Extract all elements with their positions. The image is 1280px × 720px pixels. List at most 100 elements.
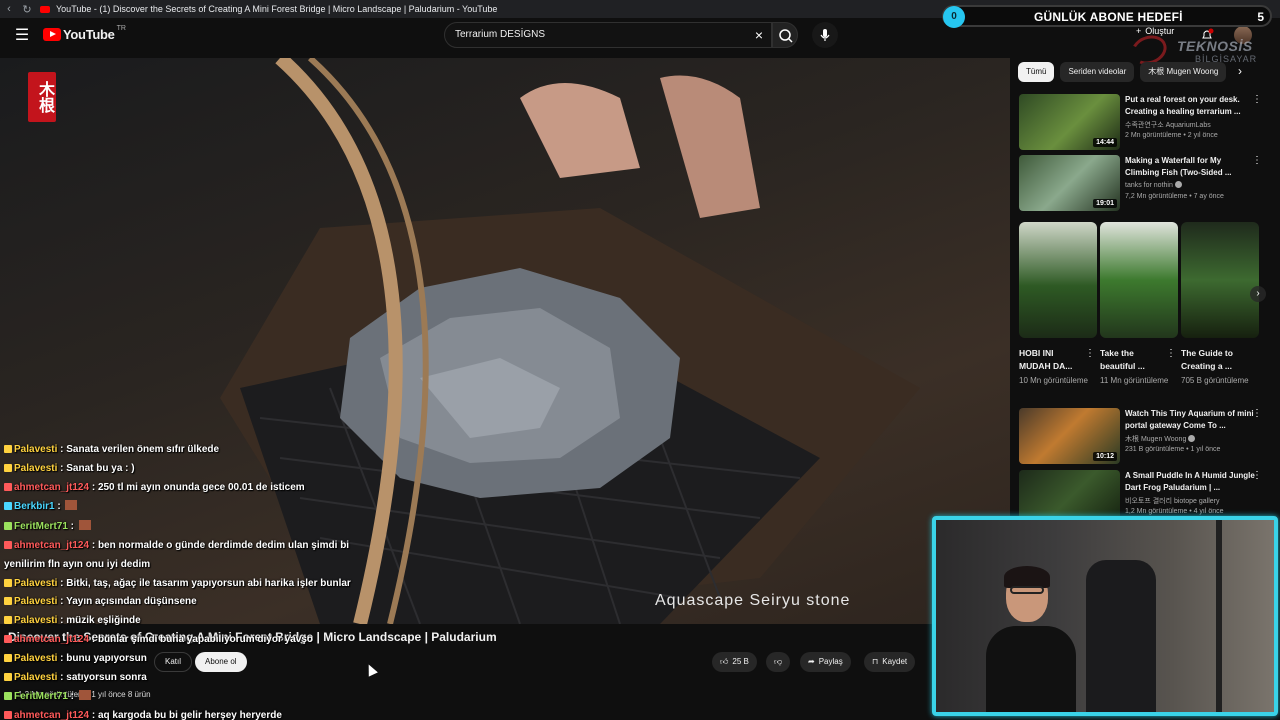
chat-message: FeritMert71 : [4, 520, 384, 533]
chip-all[interactable]: Tümü [1018, 62, 1055, 82]
video-thumbnail: 14:44 [1019, 94, 1120, 150]
microphone-icon [820, 29, 830, 41]
more-options-icon[interactable]: ⋮ [1252, 470, 1262, 481]
tab-title: YouTube - (1) Discover the Secrets of Cr… [56, 4, 498, 14]
video-title: Watch This Tiny Aquarium of mini portal … [1125, 409, 1254, 430]
search-button[interactable] [772, 22, 798, 48]
chat-badge-icon [4, 672, 12, 681]
chat-username: Palavesti [14, 671, 58, 683]
more-options-icon[interactable]: ⋮ [1252, 408, 1262, 419]
streamer [986, 566, 1076, 712]
channel-watermark: 木根 [28, 72, 56, 122]
voice-search-button[interactable] [812, 22, 838, 48]
short-title: HOBI INI MUDAH DA... [1019, 348, 1073, 371]
recommended-video[interactable]: 10:12 Watch This Tiny Aquarium of mini p… [1019, 408, 1274, 464]
chat-separator: : [54, 501, 64, 513]
share-button[interactable]: ➦ Paylaş [800, 652, 851, 672]
clear-search-icon[interactable]: × [755, 27, 763, 43]
chat-username: ahmetcan_jt124 [14, 481, 90, 493]
chat-text: 250 tl mi ayın onunda gece 00.01 de isti… [97, 481, 305, 493]
chat-badge-icon [4, 634, 12, 643]
chat-username: Palavesti [14, 462, 58, 474]
dislike-button[interactable]: 👎︎ [766, 652, 791, 672]
short-item[interactable]: Take the beautiful ... 11 Mn görüntüleme… [1100, 222, 1178, 387]
chat-separator: : [89, 539, 98, 551]
chat-text: ben normalde o günde derdimde dedim ulan… [97, 539, 350, 551]
chat-separator: : [57, 615, 67, 627]
chat-badge-icon [4, 653, 12, 662]
more-options-icon[interactable]: ⋮ [1252, 155, 1262, 166]
like-count: 25 B [732, 657, 749, 666]
chat-badge-icon [4, 445, 12, 453]
chat-username: ahmetcan_jt124 [14, 539, 90, 551]
logo-wordmark: YouTube [63, 27, 115, 42]
chat-badge-icon [4, 540, 12, 549]
more-options-icon[interactable]: ⋮ [1085, 348, 1095, 359]
chat-badge-icon [4, 711, 12, 720]
chat-text: bunu yapıyorsun [66, 652, 147, 664]
youtube-logo[interactable]: YouTube TR [43, 25, 126, 42]
youtube-play-icon [43, 28, 61, 41]
video-duration: 10:12 [1093, 452, 1117, 461]
recommended-video[interactable]: 14:44 Put a real forest on your desk. Cr… [1019, 94, 1274, 150]
like-button[interactable]: 👍︎ 25 B [712, 652, 757, 672]
chat-separator: : [57, 444, 67, 455]
chat-message: Palavesti : Sanat bu ya : ) [4, 463, 384, 475]
verified-icon [1174, 181, 1182, 188]
shorts-next-icon[interactable]: › [1250, 286, 1266, 302]
short-item[interactable]: The Guide to Creating a ... 705 B görünt… [1181, 222, 1259, 387]
hamburger-menu-icon[interactable]: ☰ [12, 26, 32, 46]
chat-emote-icon [78, 520, 91, 531]
video-meta: 1,2 Mn görüntüleme • 4 yıl önce [1125, 508, 1224, 515]
short-thumbnail [1019, 222, 1097, 338]
chat-badge-icon [4, 522, 12, 531]
chat-username: Palavesti [14, 615, 58, 627]
chat-message: Palavesti : Bitki, taş, ağaç ile tasarım… [4, 578, 384, 590]
youtube-favicon-icon [40, 5, 50, 13]
thumbs-up-icon: 👍︎ [720, 657, 729, 666]
chat-message: ahmetcan_jt124 : bunlar şimdi buna yapab… [4, 634, 384, 646]
chat-username: Palavesti [14, 577, 58, 589]
video-duration: 19:01 [1093, 199, 1117, 208]
more-options-icon[interactable]: ⋮ [1252, 94, 1262, 105]
chat-separator: : [57, 462, 67, 474]
chip-channel[interactable]: 木根 Mugen Woong [1140, 62, 1227, 82]
video-meta: 231 B görüntüleme • 1 yıl önce [1125, 446, 1221, 453]
subscriber-goal-bar: 0 GÜNLÜK ABONE HEDEFİ 5 [942, 5, 1272, 28]
short-thumbnail [1181, 222, 1259, 338]
chat-text: Sanat bu ya : ) [66, 462, 135, 474]
chat-badge-icon [4, 616, 12, 625]
channel-name: 木根 Mugen Woong [1125, 434, 1196, 444]
video-meta: 7,2 Mn görüntüleme • 7 ay önce [1125, 193, 1224, 200]
recommended-video[interactable]: 19:01 Making a Waterfall for My Climbing… [1019, 155, 1274, 211]
chat-text: Yayın açısından düşünsene [66, 596, 197, 608]
short-views: 10 Mn görüntüleme [1019, 376, 1088, 385]
chat-emote-icon [78, 690, 91, 701]
gaming-chair [1086, 560, 1156, 712]
search-input[interactable]: Terrarium DESİGNS × [444, 22, 772, 48]
chat-separator: : [89, 481, 98, 493]
streamer-body [986, 626, 1076, 712]
channel-name: tanks for nothin [1125, 181, 1182, 189]
save-label: Kaydet [882, 657, 908, 666]
shorts-shelf: HOBI INI MUDAH DA... 10 Mn görüntüleme ⋮… [1019, 222, 1271, 398]
chip-series[interactable]: Seriden videolar [1060, 62, 1135, 82]
video-thumbnail: 19:01 [1019, 155, 1120, 211]
chat-message: Palavesti : Yayın açısından düşünsene [4, 596, 384, 608]
channel-name: 비오토프 결러리 biotope gallery [1125, 498, 1220, 505]
chat-separator: : [67, 691, 77, 703]
goal-current: 0 [943, 6, 965, 28]
chevron-right-icon[interactable]: › [1238, 64, 1242, 78]
chat-badge-icon [4, 578, 12, 587]
back-icon[interactable]: ‹ [0, 3, 18, 15]
chat-message: Palavesti : satıyorsun sonra [4, 672, 384, 684]
goal-target: 5 [1257, 10, 1264, 24]
short-item[interactable]: HOBI INI MUDAH DA... 10 Mn görüntüleme ⋮ [1019, 222, 1097, 387]
save-button[interactable]: ⊓ Kaydet [864, 652, 916, 672]
chat-emote-icon [65, 500, 78, 511]
reload-icon[interactable]: ↻ [18, 3, 36, 16]
chat-separator: : [57, 652, 67, 664]
chat-badge-icon [4, 692, 12, 701]
chat-message: Palavesti : Sanata verilen önem sıfır ül… [4, 444, 384, 456]
more-options-icon[interactable]: ⋮ [1166, 348, 1176, 359]
